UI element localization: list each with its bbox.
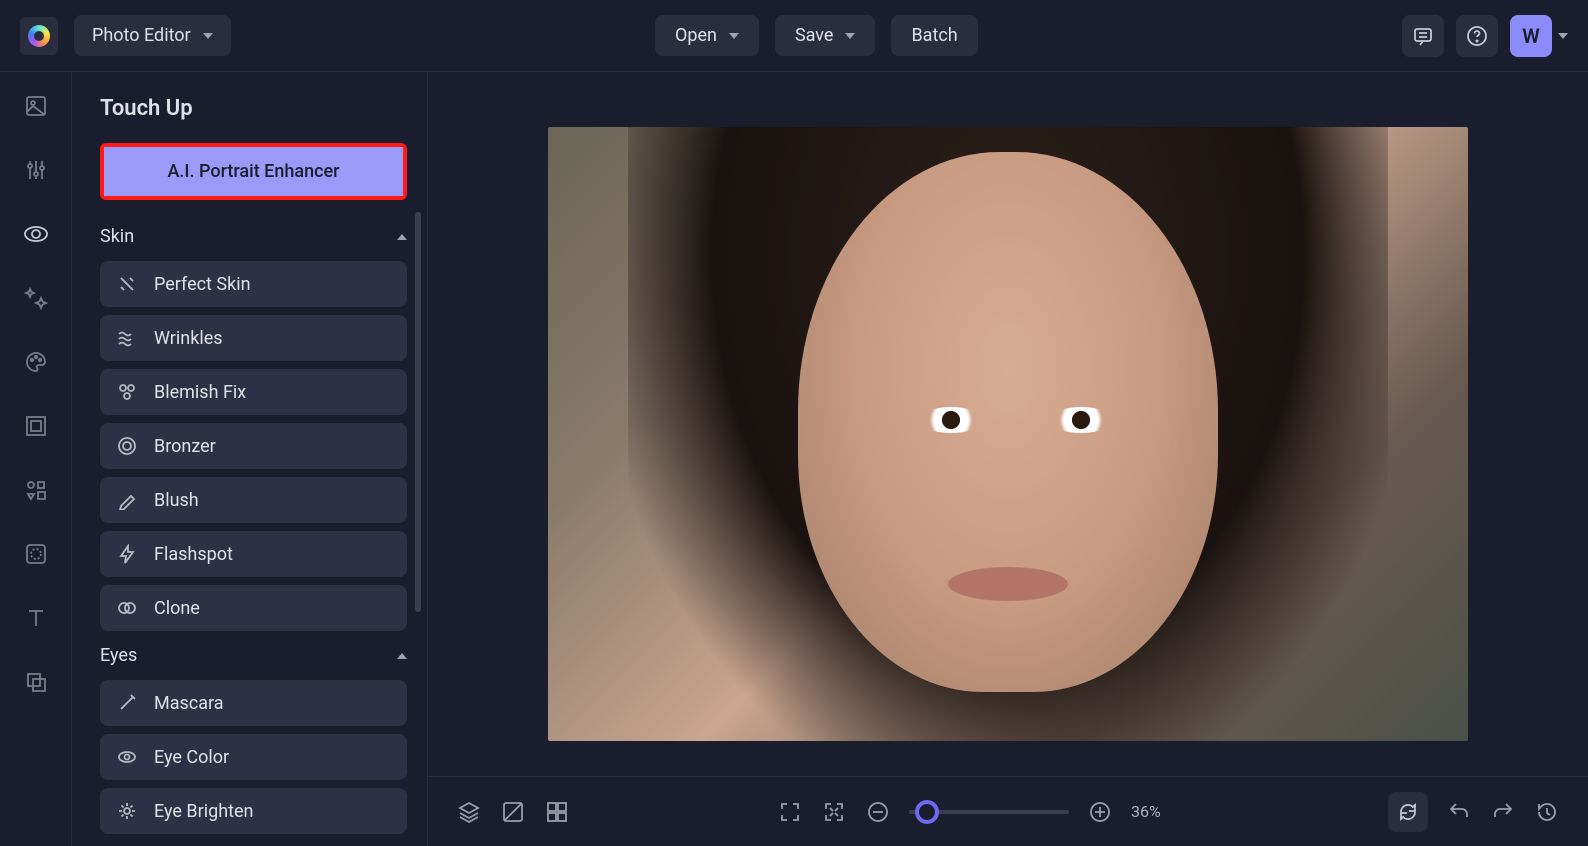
save-button[interactable]: Save xyxy=(775,15,876,56)
history-icon[interactable] xyxy=(1534,799,1560,825)
section-eyes-header[interactable]: Eyes xyxy=(100,645,407,666)
fit-screen-icon[interactable] xyxy=(821,799,847,825)
chat-icon xyxy=(1412,25,1434,47)
tool-eye-brighten[interactable]: Eye Brighten xyxy=(100,788,407,834)
sidebar-panel: Touch Up A.I. Portrait Enhancer Skin Per… xyxy=(72,72,428,846)
section-skin-label: Skin xyxy=(100,226,134,247)
chevron-down-icon xyxy=(1558,33,1568,39)
target-icon xyxy=(116,435,138,457)
tool-mascara[interactable]: Mascara xyxy=(100,680,407,726)
zoom-out-icon[interactable] xyxy=(865,799,891,825)
tool-label: Blush xyxy=(154,490,199,511)
chevron-up-icon xyxy=(397,653,407,659)
tool-label: Clone xyxy=(154,598,200,619)
zoom-slider-thumb[interactable] xyxy=(915,800,939,824)
undo-icon[interactable] xyxy=(1446,799,1472,825)
tool-label: Blemish Fix xyxy=(154,382,246,403)
tool-label: Flashspot xyxy=(154,544,233,565)
rail-image-icon[interactable] xyxy=(20,90,52,122)
rail-frame-icon[interactable] xyxy=(20,410,52,442)
brush-icon xyxy=(116,489,138,511)
batch-label: Batch xyxy=(911,25,957,46)
sparkle-tool-icon xyxy=(116,273,138,295)
help-button[interactable] xyxy=(1456,15,1498,57)
edited-image[interactable] xyxy=(548,127,1468,741)
account-menu[interactable]: W xyxy=(1510,15,1568,57)
help-icon xyxy=(1466,25,1488,47)
zoom-percentage[interactable]: 36% xyxy=(1131,802,1181,821)
waves-icon xyxy=(116,327,138,349)
save-label: Save xyxy=(795,25,834,46)
chevron-down-icon xyxy=(729,33,739,39)
open-label: Open xyxy=(675,25,717,46)
tool-label: Perfect Skin xyxy=(154,274,251,295)
zoom-slider[interactable] xyxy=(909,810,1069,814)
sidebar-title: Touch Up xyxy=(100,96,407,121)
editor-mode-dropdown[interactable]: Photo Editor xyxy=(74,15,231,56)
editor-mode-label: Photo Editor xyxy=(92,25,191,46)
avatar-initial: W xyxy=(1522,24,1540,48)
app-logo[interactable] xyxy=(20,17,58,55)
chevron-up-icon xyxy=(397,234,407,240)
batch-button[interactable]: Batch xyxy=(891,15,977,56)
redo-icon[interactable] xyxy=(1490,799,1516,825)
feedback-button[interactable] xyxy=(1402,15,1444,57)
dots-icon xyxy=(116,381,138,403)
chevron-down-icon xyxy=(845,33,855,39)
ai-enhancer-highlight: A.I. Portrait Enhancer xyxy=(100,143,407,200)
header-bar: Photo Editor Open Save Batch W xyxy=(0,0,1588,72)
tool-blemish-fix[interactable]: Blemish Fix xyxy=(100,369,407,415)
tool-label: Mascara xyxy=(154,693,224,714)
tool-perfect-skin[interactable]: Perfect Skin xyxy=(100,261,407,307)
tool-clone[interactable]: Clone xyxy=(100,585,407,631)
tool-label: Eye Brighten xyxy=(154,801,254,822)
tool-bronzer[interactable]: Bronzer xyxy=(100,423,407,469)
bolt-icon xyxy=(116,543,138,565)
fullscreen-icon[interactable] xyxy=(777,799,803,825)
avatar: W xyxy=(1510,15,1552,57)
rail-elements-icon[interactable] xyxy=(20,474,52,506)
rail-overlay-icon[interactable] xyxy=(20,538,52,570)
chevron-down-icon xyxy=(203,33,213,39)
tool-label: Bronzer xyxy=(154,436,216,457)
rail-touchup-icon[interactable] xyxy=(20,218,52,250)
section-skin-header[interactable]: Skin xyxy=(100,226,407,247)
eye-icon xyxy=(116,746,138,768)
tool-eye-color[interactable]: Eye Color xyxy=(100,734,407,780)
tool-wrinkles[interactable]: Wrinkles xyxy=(100,315,407,361)
rail-art-icon[interactable] xyxy=(20,346,52,378)
rail-layers-icon[interactable] xyxy=(20,666,52,698)
wand-icon xyxy=(116,692,138,714)
tool-blush[interactable]: Blush xyxy=(100,477,407,523)
open-button[interactable]: Open xyxy=(655,15,759,56)
layers-toggle-icon[interactable] xyxy=(456,799,482,825)
grid-icon[interactable] xyxy=(544,799,570,825)
ai-portrait-enhancer-button[interactable]: A.I. Portrait Enhancer xyxy=(104,147,403,196)
section-eyes-label: Eyes xyxy=(100,645,137,666)
tool-flashspot[interactable]: Flashspot xyxy=(100,531,407,577)
tool-rail xyxy=(0,72,72,846)
refresh-icon[interactable] xyxy=(1388,792,1428,832)
clone-icon xyxy=(116,597,138,619)
zoom-in-icon[interactable] xyxy=(1087,799,1113,825)
canvas-viewport[interactable] xyxy=(428,72,1588,776)
sun-icon xyxy=(116,800,138,822)
rail-text-icon[interactable] xyxy=(20,602,52,634)
tool-label: Eye Color xyxy=(154,747,229,768)
rail-effects-icon[interactable] xyxy=(20,282,52,314)
canvas-toolbar: 36% xyxy=(428,776,1588,846)
tool-label: Wrinkles xyxy=(154,328,223,349)
rail-adjust-icon[interactable] xyxy=(20,154,52,186)
canvas-area: 36% xyxy=(428,72,1588,846)
compare-icon[interactable] xyxy=(500,799,526,825)
sidebar-scrollbar[interactable] xyxy=(415,212,421,612)
